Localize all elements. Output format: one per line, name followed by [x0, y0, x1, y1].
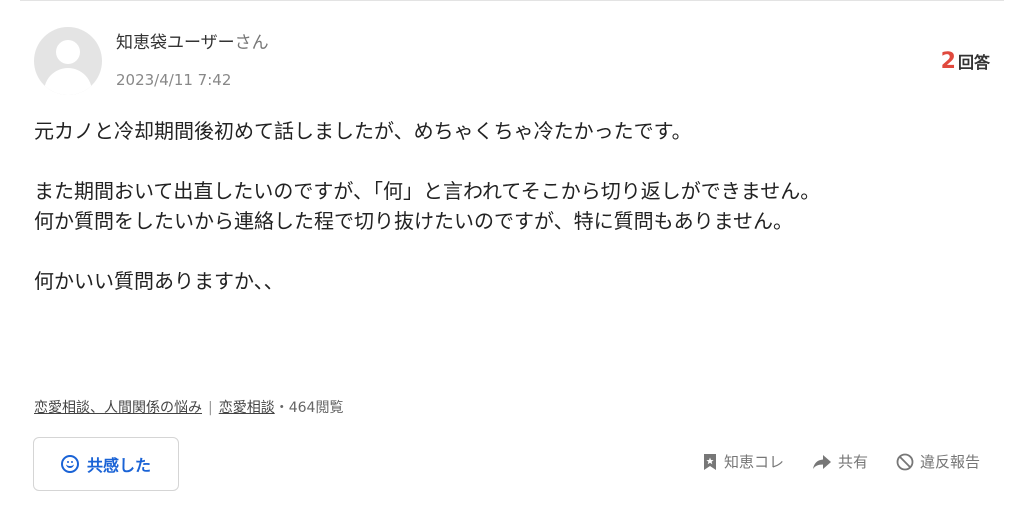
answer-count-number: 2 [940, 49, 956, 74]
chiebox-button[interactable]: 知恵コレ [702, 451, 784, 472]
empathy-button[interactable]: 共感した [33, 437, 179, 491]
share-arrow-icon [812, 454, 831, 469]
avatar-head-shape [56, 40, 80, 64]
bookmark-icon [703, 453, 716, 470]
question-header: 知恵袋ユーザーさん 2023/4/11 7:42 2 回答 [34, 27, 990, 97]
prohibited-icon [896, 453, 914, 470]
report-button[interactable]: 違反報告 [896, 451, 980, 472]
user-avatar[interactable] [34, 27, 102, 95]
avatar-body-shape [44, 68, 92, 95]
question-body: 元カノと冷却期間後初めて話しましたが、めちゃくちゃ冷たかったです。 また期間おい… [34, 116, 994, 296]
question-line-2: また期間おいて出直したいのですが、「何」と言われてそこから切り返しができません。 [34, 179, 821, 203]
share-label: 共有 [837, 453, 868, 471]
answer-count-label: 回答 [957, 53, 990, 72]
user-line: 知恵袋ユーザーさん [116, 32, 269, 54]
post-date: 2023/4/11 7:42 [116, 71, 232, 89]
smile-icon [60, 455, 79, 473]
answer-count-link[interactable]: 2 回答 [941, 49, 990, 74]
chiebox-label: 知恵コレ [723, 453, 784, 471]
category-secondary-link[interactable]: 恋愛相談 [219, 400, 275, 416]
user-name: 知恵袋ユーザー [116, 33, 235, 53]
question-line-1: 元カノと冷却期間後初めて話しましたが、めちゃくちゃ冷たかったです。 [34, 119, 692, 143]
category-meta: 恋愛相談、人間関係の悩み | 恋愛相談・464閲覧 [34, 397, 343, 417]
question-line-4: 何かいい質問ありますか、、 [34, 269, 284, 293]
question-card: 知恵袋ユーザーさん 2023/4/11 7:42 2 回答 元カノと冷却期間後初… [0, 0, 1024, 516]
action-bar: 知恵コレ 共有 違反報告 [702, 451, 980, 472]
user-suffix: さん [234, 33, 269, 53]
empathy-label: 共感した [86, 456, 151, 475]
category-primary-link[interactable]: 恋愛相談、人間関係の悩み [34, 400, 202, 416]
share-button[interactable]: 共有 [812, 451, 868, 472]
top-divider [20, 0, 1004, 1]
question-line-3: 何か質問をしたいから連絡した程で切り抜けたいのですが、特に質問もありません。 [34, 209, 793, 233]
view-count: ・464閲覧 [274, 400, 344, 416]
category-separator: | [208, 400, 213, 416]
report-label: 違反報告 [919, 453, 980, 471]
